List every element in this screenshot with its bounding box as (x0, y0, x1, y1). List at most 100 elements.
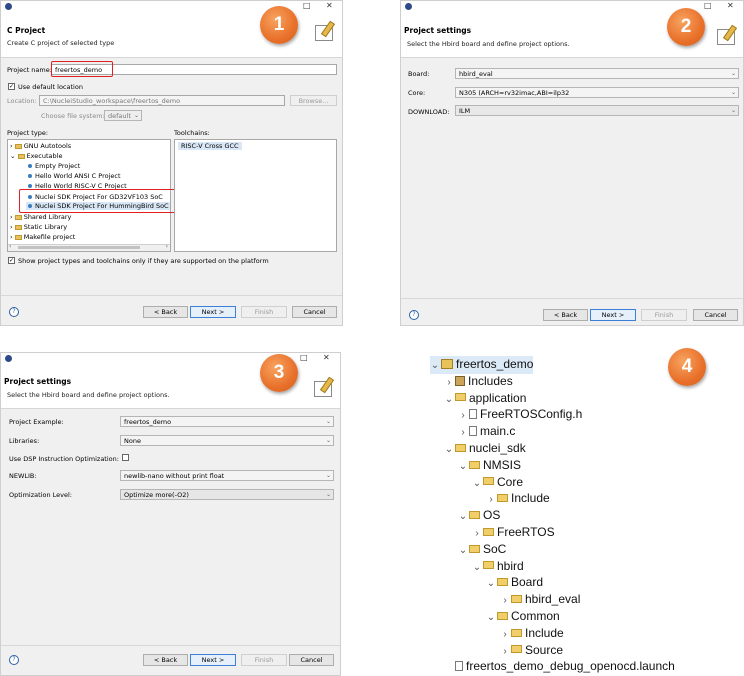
finish-button[interactable]: Finish (241, 306, 287, 318)
tree-node[interactable]: ⌄ OS (458, 507, 501, 525)
chevron-right-icon[interactable]: › (500, 593, 510, 609)
back-button[interactable]: < Back (143, 306, 188, 318)
board-select[interactable]: hbird_eval ⌄ (455, 68, 739, 79)
scroll-right-icon[interactable]: › (166, 243, 168, 250)
close-button[interactable]: ✕ (326, 1, 333, 11)
horizontal-scrollbar[interactable]: ‹ › (8, 243, 170, 251)
tree-node-label: Includes (468, 373, 513, 388)
tree-item-gnu-autotools[interactable]: › GNU Autotools (10, 142, 71, 150)
tree-item-static-library[interactable]: › Static Library (10, 223, 67, 231)
tree-node-label: Include (525, 625, 564, 640)
use-default-location-label: Use default location (18, 83, 83, 91)
folder-icon (483, 477, 494, 486)
folder-icon (469, 460, 480, 469)
tree-node[interactable]: › Source (500, 642, 563, 660)
tree-node[interactable]: ⌄ SoC (458, 541, 507, 559)
chevron-down-icon[interactable]: ⌄ (430, 358, 440, 374)
tree-item-makefile-project[interactable]: › Makefile project (10, 233, 75, 241)
chevron-down-icon[interactable]: ⌄ (444, 392, 454, 408)
tree-node[interactable]: › hbird_eval (500, 591, 580, 609)
tree-node[interactable]: ⌄ nuclei_sdk (444, 440, 526, 458)
chevron-right-icon[interactable]: › (472, 526, 482, 542)
chevron-down-icon[interactable]: ⌄ (458, 543, 468, 559)
next-button[interactable]: Next > (190, 306, 236, 318)
chevron-down-icon[interactable]: ⌄ (458, 459, 468, 475)
libraries-select[interactable]: None ⌄ (120, 435, 334, 446)
project-example-label: Project Example: (9, 418, 64, 426)
tree-node[interactable]: ⌄ NMSIS (458, 457, 521, 475)
chevron-right-icon[interactable]: › (486, 492, 496, 508)
chevron-right-icon[interactable]: › (458, 408, 468, 424)
cancel-button[interactable]: Cancel (693, 309, 738, 321)
project-example-select[interactable]: freertos_demo ⌄ (120, 416, 334, 427)
toolchains-list[interactable]: RISC-V Cross GCC (174, 139, 337, 252)
tree-node-root[interactable]: ⌄ freertos_demo (430, 356, 534, 374)
folder-icon (14, 143, 22, 149)
newlib-select[interactable]: newlib-nano without print float ⌄ (120, 470, 334, 481)
chevron-right-icon[interactable]: › (500, 644, 510, 660)
tree-node-label: hbird (497, 558, 524, 573)
next-button[interactable]: Next > (590, 309, 636, 321)
tree-item-executable[interactable]: ⌄ Executable (10, 152, 62, 160)
help-icon[interactable]: ? (9, 307, 19, 317)
tree-node[interactable]: ⌄ Board (486, 574, 543, 592)
show-supported-checkbox[interactable]: ✓ (8, 257, 15, 264)
use-default-location-checkbox[interactable]: ✓ (8, 83, 15, 90)
chevron-down-icon[interactable]: ⌄ (472, 560, 482, 576)
tree-node[interactable]: › FreeRTOS (472, 524, 554, 542)
maximize-button[interactable]: □ (303, 1, 311, 11)
tree-node[interactable]: › Include (500, 625, 564, 643)
toolchain-item[interactable]: RISC-V Cross GCC (178, 142, 242, 150)
browse-button[interactable]: Browse... (290, 95, 337, 106)
tree-node[interactable]: ⌄ hbird (472, 558, 524, 576)
dsp-checkbox[interactable] (122, 454, 129, 461)
back-button[interactable]: < Back (543, 309, 588, 321)
tree-node[interactable]: › FreeRTOSConfig.h (458, 406, 582, 424)
tree-node[interactable]: › main.c (458, 423, 515, 441)
maximize-button[interactable]: □ (704, 1, 712, 11)
help-icon[interactable]: ? (9, 655, 19, 665)
back-button[interactable]: < Back (143, 654, 188, 666)
cancel-button[interactable]: Cancel (289, 654, 334, 666)
file-icon (469, 409, 477, 420)
chevron-right-icon[interactable]: › (444, 375, 454, 391)
tree-item-empty-project[interactable]: Empty Project (28, 162, 80, 170)
chevron-down-icon[interactable]: ⌄ (486, 576, 496, 592)
core-select[interactable]: N305 (ARCH=rv32imac,ABI=ilp32 ⌄ (455, 87, 739, 98)
wizard-title: Project settings (4, 377, 72, 386)
location-input[interactable]: C:\NucleiStudio_workspace\freertos_demo (39, 95, 285, 106)
chevron-right-icon[interactable]: › (458, 425, 468, 441)
tree-node[interactable]: ⌄ Common (486, 608, 560, 626)
close-button[interactable]: ✕ (323, 353, 330, 363)
tree-node[interactable]: ⌄ application (444, 390, 527, 408)
chevron-down-icon[interactable]: ⌄ (472, 476, 482, 492)
scroll-left-icon[interactable]: ‹ (9, 243, 11, 250)
wizard-title: Project settings (404, 26, 472, 35)
finish-button[interactable]: Finish (641, 309, 687, 321)
close-button[interactable]: ✕ (727, 1, 734, 11)
folder-icon (511, 628, 522, 637)
tree-node[interactable]: freertos_demo_debug_openocd.launch (444, 658, 675, 674)
scrollbar-thumb[interactable] (18, 246, 140, 249)
maximize-button[interactable]: □ (300, 353, 308, 363)
download-select[interactable]: ILM ⌄ (455, 105, 739, 116)
chevron-right-icon: › (10, 142, 13, 150)
chevron-right-icon[interactable]: › (500, 627, 510, 643)
tree-node[interactable]: › Include (486, 490, 549, 508)
help-icon[interactable]: ? (409, 310, 419, 320)
tree-node[interactable]: › Includes (444, 373, 513, 391)
finish-button[interactable]: Finish (241, 654, 287, 666)
tree-node[interactable]: ⌄ Core (472, 474, 523, 492)
chevron-down-icon[interactable]: ⌄ (458, 509, 468, 525)
optimization-level-select[interactable]: Optimize more(-O2) ⌄ (120, 489, 334, 500)
cancel-button[interactable]: Cancel (292, 306, 337, 318)
file-system-select[interactable]: default ⌄ (104, 110, 142, 121)
folder-icon (469, 511, 480, 520)
tree-item-hello-ansi[interactable]: Hello World ANSI C Project (28, 172, 121, 180)
chevron-down-icon[interactable]: ⌄ (486, 610, 496, 626)
next-button[interactable]: Next > (190, 654, 236, 666)
project-explorer-tree[interactable]: ⌄ freertos_demo › Includes ⌄ application › Free… (420, 350, 744, 676)
tree-item-shared-library[interactable]: › Shared Library (10, 213, 71, 221)
chevron-down-icon: ⌄ (730, 70, 736, 77)
chevron-down-icon[interactable]: ⌄ (444, 442, 454, 458)
